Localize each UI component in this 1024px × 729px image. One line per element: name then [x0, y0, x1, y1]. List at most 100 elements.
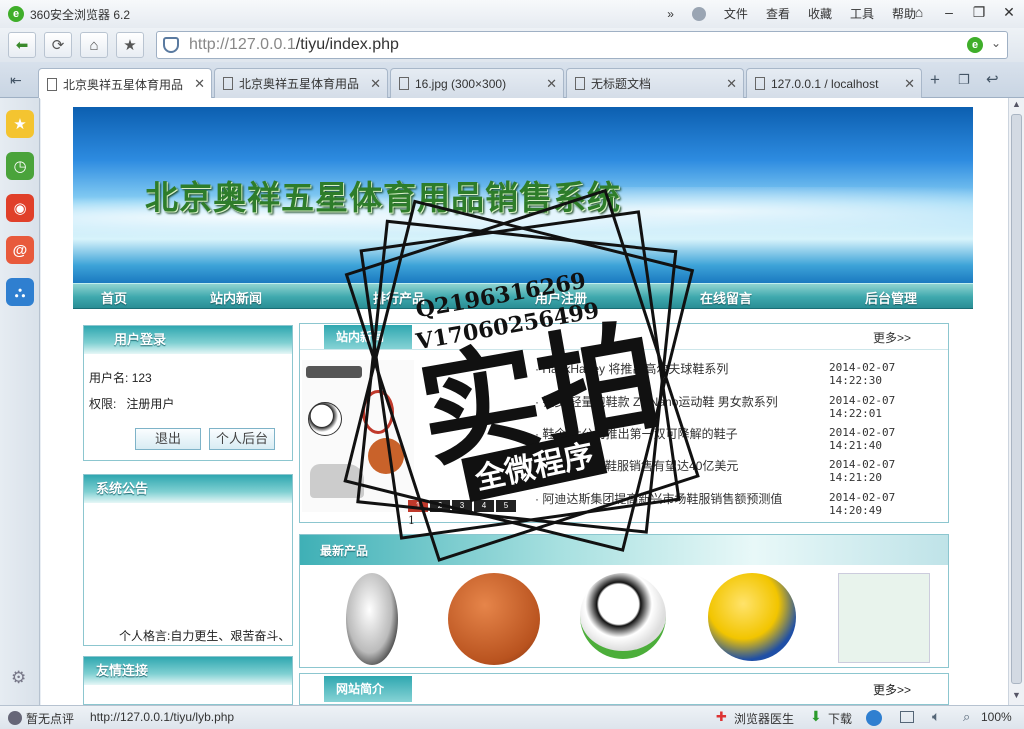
pager-4[interactable]: 4 [474, 500, 494, 512]
tab-close-icon[interactable]: ✕ [904, 76, 915, 92]
page-icon [575, 77, 585, 90]
home-button[interactable]: ⌂ [80, 32, 108, 58]
logout-button[interactable]: 退出 [135, 428, 201, 450]
pager-5[interactable]: 5 [496, 500, 516, 512]
volume-icon[interactable]: 🔈︎ [932, 708, 940, 725]
menu-tools[interactable]: 工具 [850, 5, 874, 22]
user-icon[interactable] [691, 6, 706, 21]
scroll-down-icon[interactable]: ▼ [1012, 690, 1021, 700]
browser-menu: » 文件 查看 收藏 工具 帮助 [667, 5, 916, 22]
pager-3[interactable]: 3 [452, 500, 472, 512]
news-title: 站内新闻 [324, 325, 412, 349]
tab-close-icon[interactable]: ✕ [370, 76, 381, 92]
soccer-ball-graphic [308, 402, 342, 436]
tab-2[interactable]: 北京奥祥五星体育用品 ✕ [214, 68, 388, 98]
news-more-link[interactable]: 更多>> [873, 329, 911, 346]
nav-news[interactable]: 站内新闻 [210, 288, 262, 307]
menu-favorites[interactable]: 收藏 [808, 5, 832, 22]
ie-mode-icon[interactable]: e [967, 37, 983, 53]
ie-icon[interactable] [866, 710, 882, 726]
notice-panel: 系统公告 个人格言:自力更生、艰苦奋斗、自强不息 [83, 474, 293, 646]
notice-title: 系统公告 [84, 475, 292, 503]
minimize-button[interactable]: – [934, 0, 964, 24]
tab-1[interactable]: 北京奥祥五星体育用品 ✕ [38, 68, 212, 99]
tab-strip: ⇤ 北京奥祥五星体育用品 ✕ 北京奥祥五星体育用品 ✕ 16.jpg (300×30… [0, 62, 1024, 99]
zoom-icon[interactable]: ⌕ [963, 709, 970, 725]
address-dropdown-icon[interactable]: ⌄ [991, 36, 1001, 50]
nav-admin[interactable]: 后台管理 [865, 288, 917, 307]
tab-list-icon[interactable]: ❐ [958, 72, 970, 88]
page-scrollbar[interactable]: ▲ ▼ [1008, 98, 1024, 705]
sidebar-toggle-icon[interactable]: ⇤ [10, 72, 22, 89]
tab-close-icon[interactable]: ✕ [726, 76, 737, 92]
address-bar[interactable]: http://127.0.0.1/tiyu/index.php e ⌄ [156, 31, 1008, 59]
download-icon[interactable]: ⬇ [810, 708, 822, 725]
page-viewport: 北京奥祥五星体育用品销售系统 首页 站内新闻 排行产品 用户注册 在线留言 后台… [41, 98, 1008, 705]
products-panel: 最新产品 [299, 534, 949, 668]
new-tab-button[interactable]: + [930, 70, 940, 90]
pin-icon[interactable]: ⌂ [904, 0, 934, 24]
product-badminton-rackets[interactable] [838, 573, 930, 663]
page-icon [399, 77, 409, 90]
tab-close-icon[interactable]: ✕ [194, 76, 205, 92]
pager-2[interactable]: 2 [430, 500, 450, 512]
intro-more-link[interactable]: 更多>> [873, 681, 911, 698]
rating-text[interactable]: 暂无点评 [26, 710, 74, 727]
menu-file[interactable]: 文件 [724, 5, 748, 22]
news-time: 2014-02-07 14:21:40 [829, 426, 896, 452]
undo-close-icon[interactable]: ↩ [986, 70, 999, 88]
product-volleyball[interactable] [708, 573, 796, 661]
login-panel: 用户登录 用户名: 123 权限: 注册用户 退出 个人后台 [83, 325, 293, 461]
role-value: 注册用户 [126, 397, 175, 411]
tab-close-icon[interactable]: ✕ [546, 76, 557, 92]
news-time: 2014-02-07 14:22:01 [829, 394, 896, 420]
email-icon[interactable]: @ [6, 236, 34, 264]
pager-1[interactable]: 1 [408, 500, 428, 512]
news-time: 2014-02-07 14:22:30 [829, 361, 896, 387]
personal-backend-button[interactable]: 个人后台 [209, 428, 275, 450]
download-label[interactable]: 下载 [828, 710, 852, 727]
favorite-star-button[interactable]: ★ [116, 32, 144, 58]
nav-ranking[interactable]: 排行产品 [373, 288, 425, 307]
username-row: 用户名: 123 [89, 371, 152, 385]
tab-5[interactable]: 127.0.0.1 / localhost ✕ [746, 68, 922, 98]
nav-register[interactable]: 用户注册 [535, 288, 587, 307]
product-rugby-ball[interactable] [346, 573, 398, 665]
rating-icon[interactable] [8, 711, 22, 725]
refresh-button[interactable]: ⟳ [44, 32, 72, 58]
security-shield-icon [163, 37, 179, 53]
menu-view[interactable]: 查看 [766, 5, 790, 22]
close-button[interactable]: ✕ [994, 0, 1024, 24]
page-icon [223, 77, 233, 90]
nav-message[interactable]: 在线留言 [700, 288, 752, 307]
browser-doctor-icon[interactable]: ✚ [716, 709, 727, 725]
news-header: 站内新闻 更多>> [300, 324, 948, 350]
favorites-star-icon[interactable]: ★ [6, 110, 34, 138]
browser-doctor-label[interactable]: 浏览器医生 [734, 710, 794, 727]
news-time: 2014-02-07 14:21:20 [829, 458, 896, 484]
address-text[interactable]: http://127.0.0.1/tiyu/index.php [189, 36, 399, 54]
back-button[interactable]: ⬅ [8, 32, 36, 58]
product-soccer-ball[interactable] [580, 573, 666, 659]
scroll-up-icon[interactable]: ▲ [1012, 99, 1021, 109]
window-icon[interactable] [900, 711, 914, 723]
nav-home[interactable]: 首页 [101, 288, 127, 307]
links-title: 友情连接 [84, 657, 292, 685]
more-chevron-icon[interactable]: » [667, 7, 674, 21]
news-slide-image[interactable] [302, 360, 414, 512]
maximize-button[interactable]: ❐ [964, 0, 994, 24]
weibo-icon[interactable]: ◉ [6, 194, 34, 222]
zoom-level[interactable]: 100% [981, 710, 1012, 724]
apps-icon[interactable]: ⛬ [6, 278, 34, 306]
slide-current-page: 1 [408, 514, 415, 527]
history-clock-icon[interactable]: ◷ [6, 152, 34, 180]
tab-4[interactable]: 无标题文档 ✕ [566, 68, 744, 98]
scroll-thumb[interactable] [1011, 114, 1022, 684]
settings-gear-icon[interactable]: ⚙ [11, 668, 26, 688]
news-time: 2014-02-07 14:20:49 [829, 491, 896, 517]
notice-text: 个人格言:自力更生、艰苦奋斗、自强不息 [119, 629, 289, 643]
product-basketball[interactable] [448, 573, 540, 665]
slide-pager: 1 2 3 4 5 [408, 500, 516, 512]
tab-3[interactable]: 16.jpg (300×300) ✕ [390, 68, 564, 98]
racket-graphic [362, 390, 394, 434]
